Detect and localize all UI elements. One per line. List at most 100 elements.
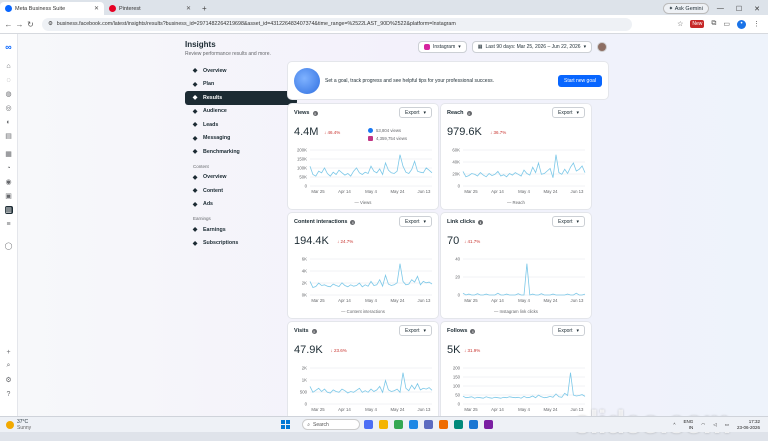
tools-icon[interactable]: ◔ — [5, 164, 13, 172]
menu-item-label: Results — [203, 94, 223, 101]
menu-icon[interactable]: ⋮ — [753, 20, 760, 28]
url-field[interactable]: ⚙ business.facebook.com/latest/insights/… — [42, 17, 632, 31]
window-controls: — ☐ ✕ — [709, 2, 768, 15]
ask-gemini-button[interactable]: ✦ Ask Gemini — [662, 3, 709, 14]
reload-icon[interactable]: ↻ — [25, 20, 36, 29]
insights-menu: ◆ Overview ◆ Plan ◆ Results ◆ Audience ◆ Leads ◆ Me… — [185, 64, 297, 250]
info-icon[interactable]: i — [470, 328, 476, 334]
info-icon[interactable]: i — [478, 219, 484, 225]
close-icon[interactable]: ✕ — [94, 5, 99, 12]
minimize-icon[interactable]: — — [717, 5, 724, 12]
export-button[interactable]: Export ▾ — [552, 325, 585, 336]
monetization-icon[interactable]: ◉ — [5, 178, 13, 186]
menu-item-overview[interactable]: ◆ Overview — [185, 171, 297, 185]
profile-icon[interactable]: • — [737, 19, 746, 29]
edge-icon[interactable] — [409, 420, 419, 429]
ads-icon[interactable]: ◐ — [5, 118, 13, 126]
y-tick-label: 0 — [458, 293, 461, 298]
metric-change: ↓ 36.7% — [490, 130, 507, 135]
menu-item-benchmarking[interactable]: ◆ Benchmarking — [185, 145, 297, 159]
search-icon[interactable]: ⌕ — [5, 362, 13, 370]
file-explorer-icon[interactable] — [379, 420, 389, 429]
menu-item-overview[interactable]: ◆ Overview — [185, 64, 297, 78]
maximize-icon[interactable]: ☐ — [736, 5, 742, 13]
close-window-icon[interactable]: ✕ — [754, 5, 760, 13]
info-icon[interactable]: i — [312, 110, 318, 116]
settings-icon[interactable]: ⚙ — [5, 376, 13, 384]
export-button[interactable]: Export ▾ — [552, 216, 585, 227]
new-tab-button[interactable]: + — [196, 2, 213, 15]
commerce-icon[interactable]: ▣ — [5, 192, 13, 200]
back-icon[interactable]: ← — [3, 20, 14, 29]
volume-icon[interactable]: ◁ — [713, 422, 716, 428]
app-icon[interactable] — [439, 420, 449, 429]
help-icon[interactable]: ◯ — [5, 242, 13, 250]
wifi-icon[interactable]: ◠ — [701, 422, 705, 428]
menu-item-earnings[interactable]: ◆ Earnings — [185, 223, 297, 237]
menu-item-results[interactable]: ◆ Results — [185, 91, 297, 105]
windows-taskbar: 37°C Sunny ⌕ Search ^ ENG IN ◠ ◁ ▭ 17:32… — [0, 416, 768, 432]
site-info-icon[interactable]: ⚙ — [48, 21, 53, 27]
calendar-icon[interactable]: ▦ — [5, 150, 13, 158]
info-icon[interactable]: i — [466, 110, 472, 116]
sidebar-icon[interactable]: ▭ — [723, 20, 730, 28]
content-icon[interactable]: ◎ — [5, 104, 13, 112]
chrome-icon[interactable] — [394, 420, 404, 429]
home-icon[interactable]: ⌂ — [5, 62, 13, 70]
store-icon[interactable] — [424, 420, 434, 429]
add-icon[interactable]: + — [5, 348, 13, 356]
close-icon[interactable]: ✕ — [186, 5, 191, 12]
date-range-dropdown[interactable]: ▦ Last 90 days: Mar 25, 2026 – Jun 22, 2… — [471, 41, 593, 53]
task-view-icon[interactable] — [364, 420, 374, 429]
menu-item-subscriptions[interactable]: ◆ Subscriptions — [185, 237, 297, 251]
app-icon[interactable] — [469, 420, 479, 429]
export-button[interactable]: Export ▾ — [399, 216, 432, 227]
card-title-text: Content interactions — [294, 219, 348, 225]
x-tick-label: May 24 — [390, 189, 405, 194]
platform-dropdown[interactable]: Instagram ▾ — [418, 41, 467, 53]
export-button[interactable]: Export ▾ — [399, 325, 432, 336]
x-tick-label: Apr 14 — [491, 189, 504, 194]
info-icon[interactable]: i — [350, 219, 356, 225]
battery-icon[interactable]: ▭ — [725, 422, 729, 428]
start-new-goal-button[interactable]: Start new goal — [558, 74, 602, 87]
menu-item-plan[interactable]: ◆ Plan — [185, 78, 297, 92]
menu-item-messaging[interactable]: ◆ Messaging — [185, 132, 297, 146]
clock[interactable]: 17:32 23-06-2026 — [737, 419, 760, 431]
export-button[interactable]: Export ▾ — [399, 107, 432, 118]
export-label: Export — [558, 327, 573, 334]
menu-item-content[interactable]: ◆ Content — [185, 184, 297, 198]
avatar[interactable] — [597, 42, 608, 52]
tab-pinterest[interactable]: Pinterest ✕ — [104, 2, 196, 15]
menu-item-label: Leads — [203, 121, 219, 128]
weather-widget[interactable]: 37°C Sunny — [0, 419, 31, 431]
menu-item-ads[interactable]: ◆ Ads — [185, 198, 297, 212]
inbox-icon[interactable]: ▤ — [5, 132, 13, 140]
metric-value: 4.4M — [294, 126, 319, 138]
y-tick-label: 0 — [458, 184, 461, 189]
all-tools-icon[interactable]: ≡ — [5, 220, 13, 228]
info-icon[interactable]: i — [311, 328, 317, 334]
app-icon[interactable] — [454, 420, 464, 429]
extensions-icon[interactable]: ⧉ — [711, 20, 716, 28]
forward-icon[interactable]: → — [14, 20, 25, 29]
meta-logo-icon[interactable]: ∞ — [5, 42, 11, 52]
taskbar-search[interactable]: ⌕ Search — [302, 419, 361, 430]
bookmark-star-icon[interactable]: ☆ — [677, 20, 683, 28]
metric-value: 47.9K — [294, 344, 323, 356]
insights-icon[interactable]: ▥ — [4, 206, 13, 214]
language-indicator[interactable]: ENG IN — [684, 419, 694, 431]
tab-meta-business-suite[interactable]: Meta Business Suite ✕ — [0, 2, 104, 15]
x-tick-label: May 4 — [518, 189, 530, 194]
app-icon[interactable] — [484, 420, 494, 429]
menu-item-leads[interactable]: ◆ Leads — [185, 118, 297, 132]
chevron-up-icon[interactable]: ^ — [673, 422, 675, 427]
planner-icon[interactable]: ◍ — [5, 90, 13, 98]
x-tick-label: Apr 14 — [338, 298, 351, 303]
help-circle-icon[interactable]: ? — [5, 390, 13, 398]
export-button[interactable]: Export ▾ — [552, 107, 585, 118]
menu-item-audience[interactable]: ◆ Audience — [185, 105, 297, 119]
windows-start-icon[interactable] — [281, 420, 291, 429]
menu-item-label: Overview — [203, 174, 227, 181]
notifications-icon[interactable]: ◌ — [5, 76, 13, 84]
